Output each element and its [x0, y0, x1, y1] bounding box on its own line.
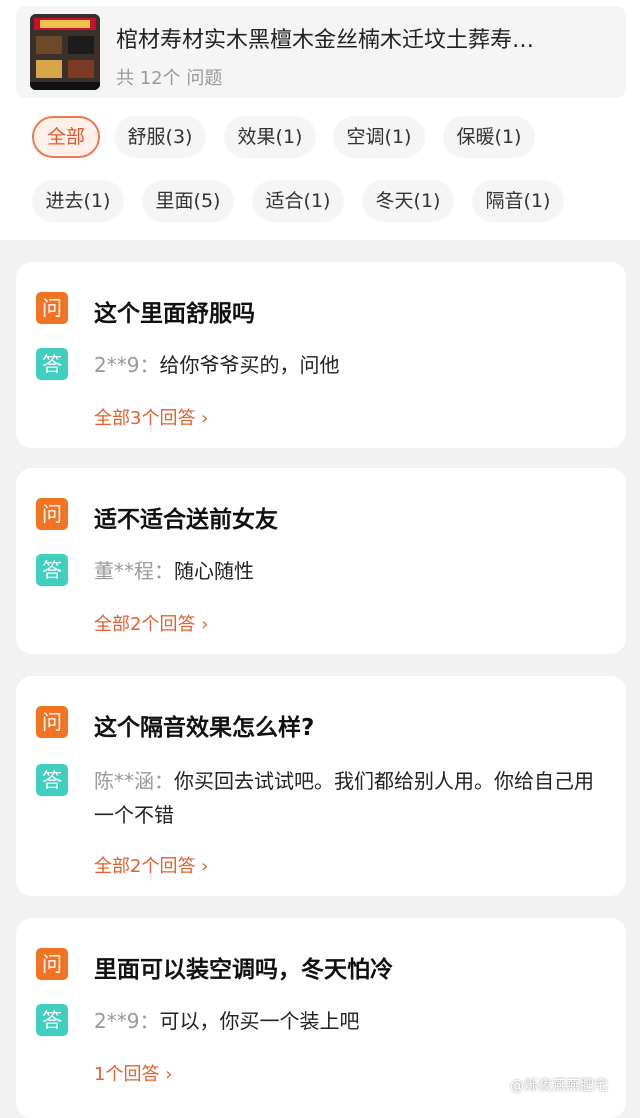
- all-answers-link[interactable]: 全部3个回答 ›: [94, 404, 208, 430]
- filter-chip-all[interactable]: 全部: [32, 116, 100, 158]
- filter-chip-winter[interactable]: 冬天(1): [362, 180, 454, 222]
- question-count: 共 12个 问题: [116, 68, 223, 89]
- answer-user: 2**9：: [94, 1009, 160, 1033]
- all-answers-link[interactable]: 1个回答 ›: [94, 1060, 172, 1086]
- filter-chip-inside[interactable]: 里面(5): [142, 180, 234, 222]
- product-thumbnail: [30, 14, 100, 90]
- answer-user: 陈**涵：: [94, 769, 174, 793]
- answer-tag: 答: [36, 554, 68, 586]
- all-answers-link[interactable]: 全部2个回答 ›: [94, 610, 208, 636]
- question-text: 这个里面舒服吗: [94, 301, 255, 327]
- question-tag: 问: [36, 706, 68, 738]
- product-card[interactable]: 棺材寿材实木黑檀木金丝楠木迁坟土葬寿… 共 12个 问题: [16, 6, 626, 98]
- answer-tag: 答: [36, 764, 68, 796]
- filter-chip-comfortable[interactable]: 舒服(3): [114, 116, 206, 158]
- question-text: 这个隔音效果怎么样?: [94, 715, 315, 741]
- qa-card[interactable]: 问 适不适合送前女友 答 董**程：随心随性 全部2个回答 ›: [16, 468, 626, 654]
- answer-line: 陈**涵：你买回去试试吧。我们都给别人用。你给自己用一个不错: [94, 764, 604, 832]
- question-text: 适不适合送前女友: [94, 507, 278, 533]
- watermark-text: @烁夜燕燕肥宅: [510, 1078, 608, 1094]
- answer-text: 给你爷爷买的，问他: [159, 353, 340, 377]
- answer-tag: 答: [36, 348, 68, 380]
- answer-user: 2**9：: [94, 353, 160, 377]
- answer-line: 董**程：随心随性: [94, 554, 604, 588]
- header-section: 棺材寿材实木黑檀木金丝楠木迁坟土葬寿… 共 12个 问题 全部 舒服(3) 效果…: [0, 0, 640, 240]
- filter-chip-warmth[interactable]: 保暖(1): [443, 116, 535, 158]
- filter-chip-aircon[interactable]: 空调(1): [333, 116, 425, 158]
- qa-card[interactable]: 问 这个隔音效果怎么样? 答 陈**涵：你买回去试试吧。我们都给别人用。你给自己…: [16, 676, 626, 896]
- all-answers-link[interactable]: 全部2个回答 ›: [94, 852, 208, 878]
- filter-chip-effect[interactable]: 效果(1): [224, 116, 316, 158]
- filter-chip-enter[interactable]: 进去(1): [32, 180, 124, 222]
- answer-text: 随心随性: [174, 559, 254, 583]
- qa-card[interactable]: 问 这个里面舒服吗 答 2**9：给你爷爷买的，问他 全部3个回答 ›: [16, 262, 626, 448]
- answer-user: 董**程：: [94, 559, 174, 583]
- question-tag: 问: [36, 292, 68, 324]
- answer-tag: 答: [36, 1004, 68, 1036]
- filter-chip-suitable[interactable]: 适合(1): [252, 180, 344, 222]
- question-tag: 问: [36, 498, 68, 530]
- answer-text: 可以，你买一个装上吧: [159, 1009, 360, 1033]
- question-tag: 问: [36, 948, 68, 980]
- answer-line: 2**9：可以，你买一个装上吧: [94, 1004, 604, 1038]
- answer-line: 2**9：给你爷爷买的，问他: [94, 348, 604, 382]
- filter-chip-soundproof[interactable]: 隔音(1): [472, 180, 564, 222]
- product-title: 棺材寿材实木黑檀木金丝楠木迁坟土葬寿…: [116, 28, 535, 53]
- question-text: 里面可以装空调吗，冬天怕冷: [94, 957, 393, 983]
